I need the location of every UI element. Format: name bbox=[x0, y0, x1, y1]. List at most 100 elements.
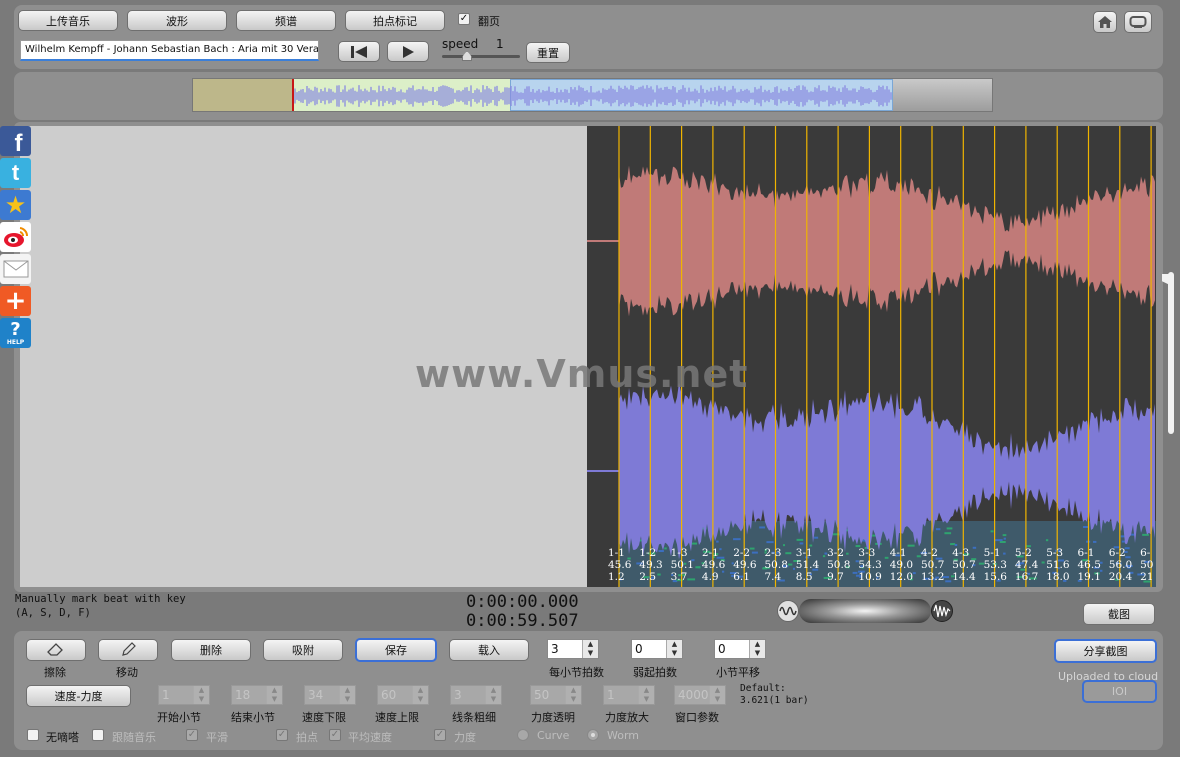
beat-bar: 2-2 bbox=[733, 547, 751, 559]
play-icon bbox=[403, 45, 414, 58]
dynamics-checkbox[interactable]: ✓ bbox=[434, 729, 446, 741]
page-turn-checkbox[interactable]: ✓ bbox=[458, 13, 470, 25]
home-button[interactable] bbox=[1093, 11, 1117, 33]
tempo-max-label: 速度上限 bbox=[375, 711, 419, 724]
upload-music-button[interactable]: 上传音乐 bbox=[18, 10, 118, 31]
erase-button[interactable] bbox=[26, 639, 86, 661]
beat-label: 5-3 51.6 18.0 bbox=[1046, 547, 1069, 583]
reset-speed-button[interactable]: 重置 bbox=[526, 42, 570, 63]
save-button[interactable]: 保存 bbox=[355, 638, 437, 662]
end-bar-stepper[interactable]: 18 ▲ ▼ bbox=[231, 685, 283, 705]
no-drip-checkbox[interactable] bbox=[27, 729, 39, 741]
tempo-min-stepper[interactable]: 34 ▲ ▼ bbox=[304, 685, 356, 705]
beat-time: 12.0 bbox=[889, 571, 914, 583]
tempo-dynamics-button[interactable]: 速度-力度 bbox=[26, 685, 131, 707]
mail-icon bbox=[3, 260, 28, 278]
eraser-icon bbox=[47, 643, 63, 656]
stepper-arrows[interactable]: ▲ ▼ bbox=[749, 640, 765, 658]
ioi-button[interactable]: IOI bbox=[1082, 680, 1157, 703]
load-button[interactable]: 载入 bbox=[449, 639, 529, 661]
track-title-field[interactable]: Wilhelm Kempff - Johann Sebastian Bach :… bbox=[20, 40, 319, 61]
volume-control[interactable] bbox=[777, 599, 953, 623]
share-screenshot-button[interactable]: 分享截图 bbox=[1054, 639, 1157, 663]
stepper-arrows[interactable]: ▲ ▼ bbox=[339, 686, 355, 704]
stepper-arrows[interactable]: ▲ ▼ bbox=[582, 640, 598, 658]
stepper-arrows[interactable]: ▲ ▼ bbox=[266, 686, 282, 704]
bar-shift-stepper[interactable]: 0 ▲ ▼ bbox=[714, 639, 766, 659]
stepper-arrows[interactable]: ▲ ▼ bbox=[565, 686, 581, 704]
overview-waveform[interactable] bbox=[192, 78, 993, 112]
avg-speed-checkbox[interactable]: ✓ bbox=[329, 729, 341, 741]
stepper-arrows[interactable]: ▲ ▼ bbox=[412, 686, 428, 704]
beat-bar: 4-1 bbox=[889, 547, 907, 559]
mail-button[interactable] bbox=[0, 254, 31, 284]
move-button[interactable] bbox=[98, 639, 158, 661]
waveform-button[interactable]: 波形 bbox=[127, 10, 227, 31]
beat-label: 3-3 54.3 10.9 bbox=[858, 547, 881, 583]
add-share-button[interactable]: + bbox=[0, 286, 31, 316]
smooth-label: 平滑 bbox=[206, 731, 228, 744]
line-width-stepper[interactable]: 3 ▲ ▼ bbox=[450, 685, 502, 705]
pickup-value: 0 bbox=[635, 642, 643, 656]
speed-slider[interactable] bbox=[442, 55, 520, 58]
beat-bpm: 46.5 bbox=[1077, 559, 1101, 571]
screenshot-button[interactable]: 截图 bbox=[1083, 603, 1155, 625]
twitter-button[interactable]: t bbox=[0, 158, 31, 188]
beat-time: 21 bbox=[1140, 571, 1154, 583]
beat-mark-button[interactable]: 拍点标记 bbox=[345, 10, 445, 31]
default-line-2: 3.621(1 bar) bbox=[740, 695, 809, 706]
tempo-max-stepper[interactable]: 60 ▲ ▼ bbox=[377, 685, 429, 705]
fullscreen-button[interactable] bbox=[1124, 11, 1152, 33]
delete-button[interactable]: 删除 bbox=[171, 639, 251, 661]
beat-label: 1-3 50.1 3.7 bbox=[671, 547, 694, 583]
volume-high-button[interactable] bbox=[931, 600, 953, 622]
beat-bpm: 50.1 bbox=[670, 559, 694, 571]
curve-radio[interactable] bbox=[517, 729, 529, 741]
stepper-arrows[interactable]: ▲ ▼ bbox=[485, 686, 501, 704]
dynamics-alpha-label: 力度透明 bbox=[531, 711, 575, 724]
dynamics-alpha-stepper[interactable]: 50 ▲ ▼ bbox=[530, 685, 582, 705]
beat-bpm: 56.0 bbox=[1108, 559, 1133, 571]
beat-time: 10.9 bbox=[858, 571, 882, 583]
stepper-arrows[interactable]: ▲ ▼ bbox=[709, 686, 725, 704]
rewind-button[interactable] bbox=[338, 41, 380, 62]
playhead-marker[interactable] bbox=[292, 79, 294, 111]
pickup-stepper[interactable]: 0 ▲ ▼ bbox=[631, 639, 683, 659]
weibo-button[interactable] bbox=[0, 222, 31, 252]
snap-button[interactable]: 吸附 bbox=[263, 639, 343, 661]
page-turn-label: 翻页 bbox=[478, 15, 500, 28]
window-param-stepper[interactable]: 4000 ▲ ▼ bbox=[674, 685, 726, 705]
favorite-button[interactable]: ★ bbox=[0, 190, 31, 220]
smooth-checkbox[interactable]: ✓ bbox=[186, 729, 198, 741]
dynamics-zoom-stepper[interactable]: 1 ▲ ▼ bbox=[603, 685, 655, 705]
play-button[interactable] bbox=[387, 41, 429, 62]
default-line-1: Default: bbox=[740, 683, 786, 694]
beat-bpm: 50.8 bbox=[827, 559, 851, 571]
beat-time: 13.2 bbox=[921, 571, 945, 583]
wave-high-icon bbox=[933, 604, 951, 618]
overview-wave bbox=[292, 85, 892, 107]
stepper-arrows[interactable]: ▲ ▼ bbox=[193, 686, 209, 704]
weibo-icon bbox=[3, 227, 28, 247]
beat-time: 4.9 bbox=[701, 571, 719, 583]
help-button[interactable]: ? HELP bbox=[0, 318, 31, 348]
speed-value: 1 bbox=[496, 37, 504, 51]
beat-bar: 2-1 bbox=[701, 547, 719, 559]
beat-label: 2-2 49.6 6.1 bbox=[733, 547, 756, 583]
stepper-arrows[interactable]: ▲ ▼ bbox=[638, 686, 654, 704]
beat-time: 14.4 bbox=[952, 571, 976, 583]
scroll-handle[interactable] bbox=[1162, 274, 1172, 286]
beat-checkbox[interactable]: ✓ bbox=[276, 729, 288, 741]
follow-music-checkbox[interactable] bbox=[92, 729, 104, 741]
beats-per-bar-stepper[interactable]: 3 ▲ ▼ bbox=[547, 639, 599, 659]
worm-radio[interactable] bbox=[587, 729, 599, 741]
spectrum-button[interactable]: 频谱 bbox=[236, 10, 336, 31]
facebook-button[interactable]: f bbox=[0, 126, 31, 157]
vertical-scrollbar[interactable] bbox=[1168, 272, 1174, 434]
beat-bar: 1-1 bbox=[608, 547, 625, 559]
beat-bar: 4-3 bbox=[952, 547, 970, 559]
volume-gradient[interactable] bbox=[799, 599, 931, 623]
start-bar-stepper[interactable]: 1 ▲ ▼ bbox=[158, 685, 210, 705]
stepper-arrows[interactable]: ▲ ▼ bbox=[666, 640, 682, 658]
volume-low-button[interactable] bbox=[777, 600, 799, 622]
